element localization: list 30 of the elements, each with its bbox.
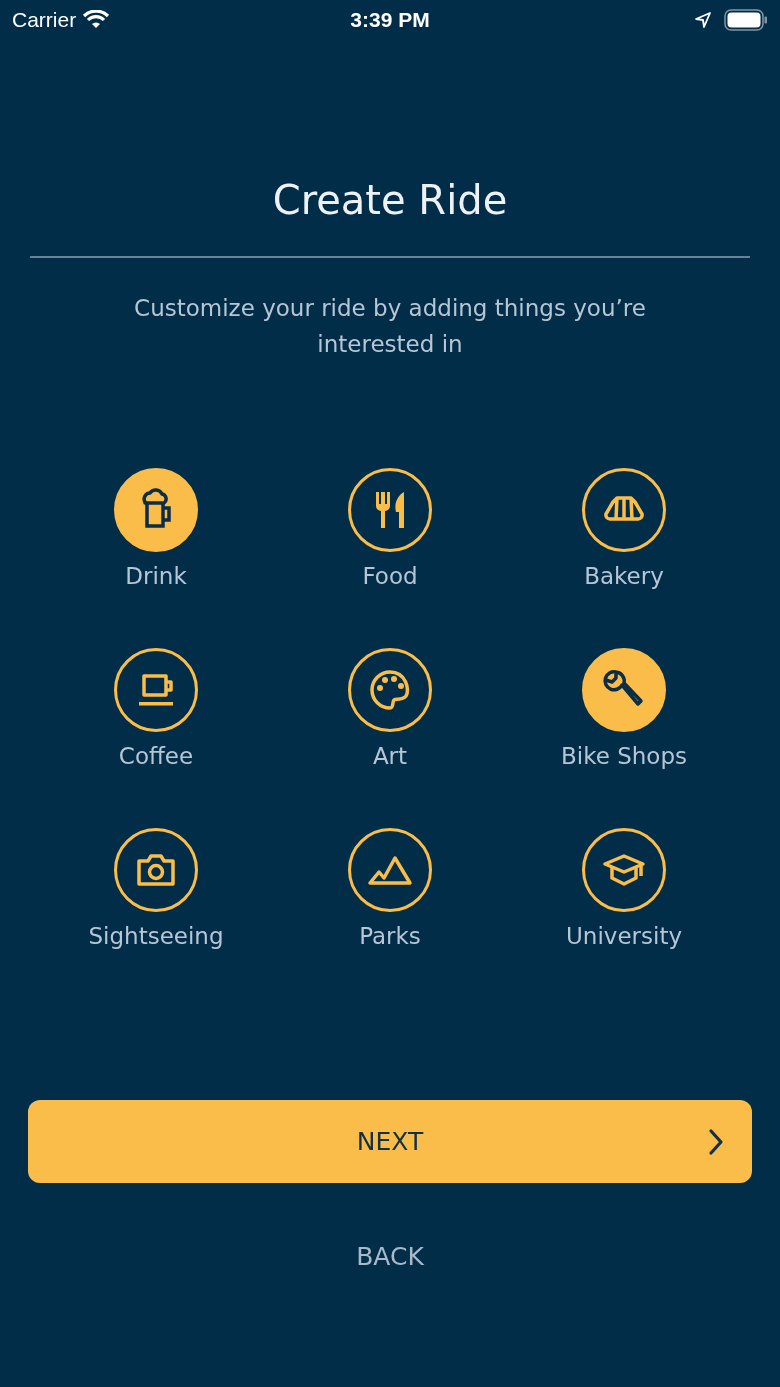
- interest-toggle[interactable]: [582, 468, 666, 552]
- interest-toggle[interactable]: [348, 468, 432, 552]
- screen-title: Create Ride: [271, 176, 509, 224]
- interest-label: Sightseeing: [88, 922, 224, 950]
- interest-label: Coffee: [118, 742, 194, 770]
- interest-label: University: [566, 922, 682, 950]
- interest-toggle[interactable]: [348, 648, 432, 732]
- back-button[interactable]: BACK: [352, 1240, 428, 1273]
- interest-label: Bakery: [584, 562, 664, 590]
- interest-label: Parks: [359, 922, 421, 950]
- chevron-right-icon: [708, 1128, 724, 1156]
- carrier-name: Carrier: [12, 8, 77, 32]
- palette-icon: [368, 668, 412, 712]
- subtitle-text: Customize your ride by adding things you’re interested in: [133, 294, 647, 359]
- camera-icon: [135, 852, 177, 888]
- interest-label: Drink: [125, 562, 187, 590]
- mountains-icon: [367, 854, 413, 886]
- interest-label: Art: [372, 742, 408, 770]
- interest-label: Food: [362, 562, 418, 590]
- clock-time: 3:39 PM: [350, 8, 430, 32]
- interest-toggle[interactable]: [114, 828, 198, 912]
- location-arrow-icon: [694, 11, 712, 29]
- interest-toggle[interactable]: [348, 828, 432, 912]
- wifi-icon: [82, 10, 111, 30]
- graduation-cap-icon: [601, 852, 647, 888]
- battery-icon: [724, 9, 768, 31]
- interest-label: Bike Shops: [561, 742, 687, 770]
- next-button[interactable]: NEXT: [28, 1100, 752, 1183]
- interest-toggle[interactable]: [114, 648, 198, 732]
- interest-toggle[interactable]: [582, 828, 666, 912]
